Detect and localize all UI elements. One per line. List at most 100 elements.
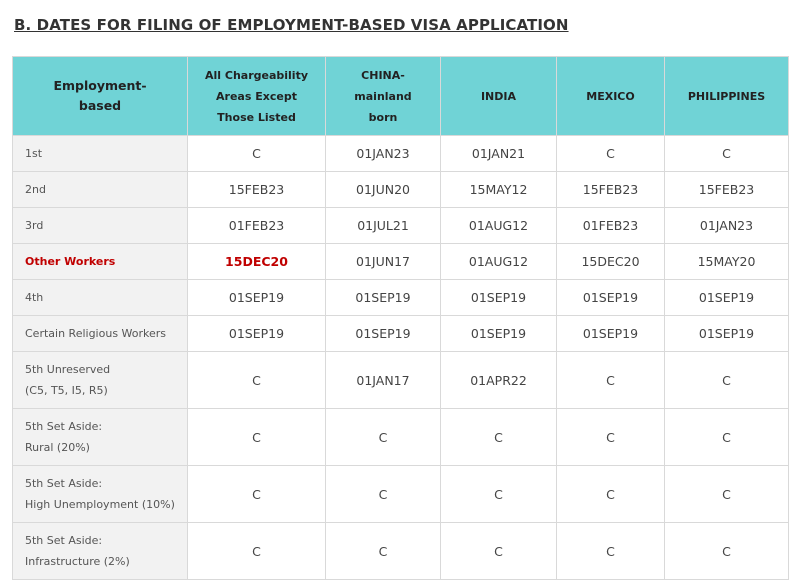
table-cell: 01SEP19 — [325, 279, 441, 316]
table-cell: 01SEP19 — [664, 315, 789, 352]
table-cell: 15FEB23 — [556, 171, 665, 208]
table-cell: C — [556, 408, 665, 466]
header-line: based — [78, 98, 122, 113]
table-cell: 01APR22 — [440, 351, 557, 409]
header-line: CHINA- — [361, 68, 405, 82]
table-cell: C — [187, 135, 326, 172]
row-label-line: Rural (20%) — [25, 441, 90, 454]
table-cell: 01JAN23 — [664, 207, 789, 244]
header-china: CHINA- mainland born — [325, 56, 441, 136]
table-cell: 01AUG12 — [440, 207, 557, 244]
header-all-chargeability: All Chargeability Areas Except Those Lis… — [187, 56, 326, 136]
table-cell: 01SEP19 — [664, 279, 789, 316]
table-cell: C — [187, 408, 326, 466]
table-cell: C — [664, 465, 789, 523]
row-label-line: (C5, T5, I5, R5) — [25, 384, 108, 397]
table-row: 1st C 01JAN23 01JAN21 C C — [12, 135, 789, 172]
table-row: 2nd 15FEB23 01JUN20 15MAY12 15FEB23 15FE… — [12, 171, 789, 208]
header-line: born — [368, 110, 398, 124]
table-cell: C — [664, 522, 789, 580]
row-label-line: 5th Set Aside: — [25, 420, 103, 433]
row-label-line: Infrastructure (2%) — [25, 555, 130, 568]
table-cell: C — [664, 135, 789, 172]
row-label-line: 3rd — [25, 219, 44, 232]
table-cell: C — [664, 408, 789, 466]
row-label: 5th Set Aside: High Unemployment (10%) — [12, 465, 188, 523]
table-cell: 01SEP19 — [440, 279, 557, 316]
table-cell: 15FEB23 — [664, 171, 789, 208]
table-cell: 01SEP19 — [187, 315, 326, 352]
table-cell: C — [440, 408, 557, 466]
header-line: MEXICO — [586, 89, 635, 103]
table-cell: 01FEB23 — [556, 207, 665, 244]
row-label: 5th Set Aside: Rural (20%) — [12, 408, 188, 466]
table-cell: C — [556, 351, 665, 409]
table-row: 4th 01SEP19 01SEP19 01SEP19 01SEP19 01SE… — [12, 279, 789, 316]
table-cell: 01JUN20 — [325, 171, 441, 208]
row-label: 5th Unreserved (C5, T5, I5, R5) — [12, 351, 188, 409]
table-row: 5th Unreserved (C5, T5, I5, R5) C 01JAN1… — [12, 351, 789, 409]
row-label-line: 5th Unreserved — [25, 363, 111, 376]
table-cell: 01FEB23 — [187, 207, 326, 244]
header-line: PHILIPPINES — [687, 89, 766, 103]
table-cell: 01JAN21 — [440, 135, 557, 172]
row-label: 3rd — [12, 207, 188, 244]
row-label-line: Other Workers — [25, 255, 116, 268]
table-row: Certain Religious Workers 01SEP19 01SEP1… — [12, 315, 789, 352]
table-cell: 01JAN23 — [325, 135, 441, 172]
row-label: 2nd — [12, 171, 188, 208]
table-cell: 01SEP19 — [556, 279, 665, 316]
header-line: INDIA — [480, 89, 517, 103]
row-label-line: 1st — [25, 147, 43, 160]
row-label: Certain Religious Workers — [12, 315, 188, 352]
row-label: 4th — [12, 279, 188, 316]
table-cell: C — [325, 522, 441, 580]
header-employment-based: Employment- based — [12, 56, 188, 136]
table-cell: C — [556, 522, 665, 580]
table-cell: C — [440, 522, 557, 580]
visa-dates-table: Employment- based All Chargeability Area… — [12, 56, 789, 580]
table-cell: C — [187, 522, 326, 580]
header-line: All Chargeability — [204, 68, 308, 82]
table-row: 5th Set Aside: High Unemployment (10%) C… — [12, 465, 789, 523]
table-cell: C — [440, 465, 557, 523]
row-label-line: Certain Religious Workers — [25, 327, 167, 340]
table-cell: 15FEB23 — [187, 171, 326, 208]
table-cell: 01SEP19 — [187, 279, 326, 316]
row-label-line: 4th — [25, 291, 44, 304]
table-cell: 01AUG12 — [440, 243, 557, 280]
table-cell: 15DEC20 — [556, 243, 665, 280]
section-title: B. DATES FOR FILING OF EMPLOYMENT-BASED … — [14, 16, 569, 34]
row-label-line: 5th Set Aside: — [25, 534, 103, 547]
header-line: Employment- — [53, 78, 147, 93]
row-label: 1st — [12, 135, 188, 172]
table-cell-highlighted: 15DEC20 — [187, 243, 326, 280]
table-row: 3rd 01FEB23 01JUL21 01AUG12 01FEB23 01JA… — [12, 207, 789, 244]
table-cell: 01JUL21 — [325, 207, 441, 244]
table-row-other-workers: Other Workers 15DEC20 01JUN17 01AUG12 15… — [12, 243, 789, 280]
table-cell: 15MAY20 — [664, 243, 789, 280]
table-cell: C — [187, 351, 326, 409]
table-cell: 01SEP19 — [440, 315, 557, 352]
table-cell: 01JUN17 — [325, 243, 441, 280]
row-label: Other Workers — [12, 243, 188, 280]
table-cell: 01SEP19 — [325, 315, 441, 352]
table-row: 5th Set Aside: Rural (20%) C C C C C — [12, 408, 789, 466]
header-philippines: PHILIPPINES — [664, 56, 789, 136]
table-cell: C — [325, 408, 441, 466]
header-line: mainland — [354, 89, 412, 103]
header-row: Employment- based All Chargeability Area… — [12, 56, 789, 136]
table-cell: C — [556, 465, 665, 523]
header-line: Those Listed — [217, 110, 296, 124]
table-cell: C — [664, 351, 789, 409]
table-cell: C — [556, 135, 665, 172]
row-label-line: 5th Set Aside: — [25, 477, 103, 490]
table-cell: 01SEP19 — [556, 315, 665, 352]
table-row: 5th Set Aside: Infrastructure (2%) C C C… — [12, 522, 789, 580]
row-label-line: 2nd — [25, 183, 46, 196]
table-cell: C — [187, 465, 326, 523]
header-line: Areas Except — [216, 89, 297, 103]
table-cell: 01JAN17 — [325, 351, 441, 409]
header-india: INDIA — [440, 56, 557, 136]
table-cell: C — [325, 465, 441, 523]
